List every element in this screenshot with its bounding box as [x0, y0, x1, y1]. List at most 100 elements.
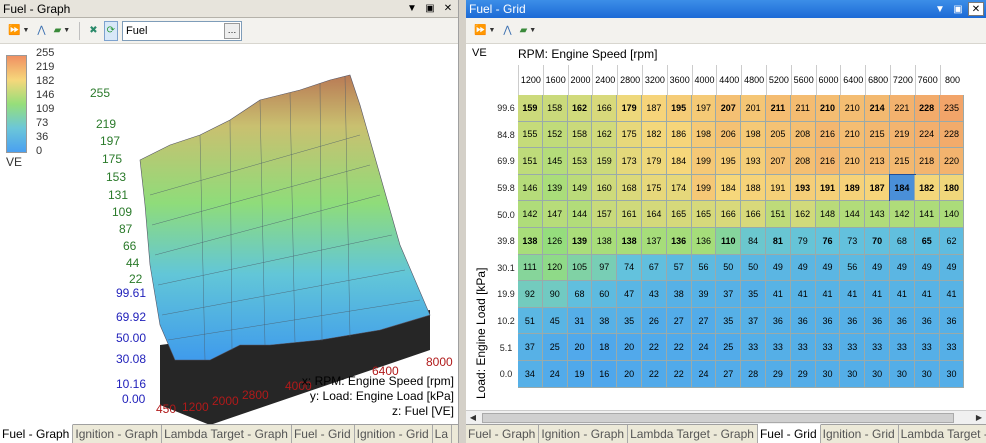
- table-cell[interactable]: 27: [666, 307, 692, 335]
- surface-view-icon[interactable]: ▰ ▼: [518, 21, 539, 41]
- table-cell[interactable]: 210: [815, 95, 841, 122]
- table-cell[interactable]: 224: [914, 121, 940, 149]
- table-cell[interactable]: 197: [691, 95, 717, 122]
- table-cell[interactable]: 188: [741, 174, 766, 202]
- table-cell[interactable]: 33: [766, 334, 791, 361]
- table-cell[interactable]: 166: [741, 201, 766, 228]
- table-cell[interactable]: 151: [766, 201, 791, 228]
- table-cell[interactable]: 36: [840, 307, 866, 335]
- table-cell[interactable]: 175: [642, 174, 667, 202]
- table-cell[interactable]: 33: [840, 334, 866, 361]
- table-cell[interactable]: 215: [865, 121, 890, 149]
- table-cell[interactable]: 120: [542, 254, 568, 282]
- table-cell[interactable]: 49: [766, 254, 791, 282]
- table-cell[interactable]: 50: [741, 254, 766, 282]
- table-cell[interactable]: 76: [815, 228, 841, 255]
- table-cell[interactable]: 33: [865, 334, 890, 361]
- table-cell[interactable]: 62: [939, 228, 965, 255]
- table-cell[interactable]: 179: [642, 148, 667, 175]
- table-cell[interactable]: 138: [592, 228, 618, 255]
- table-cell[interactable]: 191: [766, 174, 791, 202]
- tab-fuel-graph[interactable]: Fuel - Graph: [466, 425, 540, 443]
- table-cell[interactable]: 218: [914, 148, 940, 175]
- table-cell[interactable]: 213: [865, 148, 890, 175]
- table-cell[interactable]: 38: [592, 307, 618, 335]
- graph-line-icon[interactable]: ⋀: [501, 21, 513, 41]
- table-cell[interactable]: 20: [617, 334, 642, 361]
- table-cell[interactable]: 22: [666, 361, 692, 388]
- table-cell[interactable]: 49: [939, 254, 965, 282]
- table-cell[interactable]: 111: [518, 254, 543, 282]
- dropdown-arrow-icon[interactable]: ▼: [932, 2, 948, 16]
- table-cell[interactable]: 36: [939, 307, 965, 335]
- table-cell[interactable]: 162: [567, 95, 593, 122]
- table-cell[interactable]: 162: [592, 121, 618, 149]
- table-cell[interactable]: 158: [567, 121, 593, 149]
- table-cell[interactable]: 166: [592, 95, 618, 122]
- table-cell[interactable]: 110: [716, 228, 742, 255]
- table-cell[interactable]: 142: [890, 201, 915, 228]
- table-cell[interactable]: 67: [642, 254, 667, 282]
- table-cell[interactable]: 56: [691, 254, 717, 282]
- table-cell[interactable]: 16: [592, 361, 618, 388]
- table-cell[interactable]: 184: [666, 148, 692, 175]
- dropdown-arrow-icon[interactable]: ▼: [404, 2, 420, 16]
- table-cell[interactable]: 36: [766, 307, 791, 335]
- table-cell[interactable]: 161: [617, 201, 642, 228]
- table-cell[interactable]: 81: [766, 228, 791, 255]
- table-cell[interactable]: 34: [518, 361, 543, 388]
- table-cell[interactable]: 25: [716, 334, 742, 361]
- table-cell[interactable]: 205: [766, 121, 791, 149]
- table-cell[interactable]: 165: [666, 201, 692, 228]
- table-cell[interactable]: 47: [617, 281, 642, 308]
- table-cell[interactable]: 152: [542, 121, 568, 149]
- graph-line-icon[interactable]: ⋀: [35, 21, 47, 41]
- table-cell[interactable]: 159: [592, 148, 618, 175]
- table-cell[interactable]: 41: [815, 281, 841, 308]
- table-cell[interactable]: 164: [642, 201, 667, 228]
- table-cell[interactable]: 19: [567, 361, 593, 388]
- table-cell[interactable]: 105: [567, 254, 593, 282]
- table-cell[interactable]: 84: [741, 228, 766, 255]
- table-cell[interactable]: 166: [716, 201, 742, 228]
- table-cell[interactable]: 35: [741, 281, 766, 308]
- table-cell[interactable]: 24: [691, 361, 717, 388]
- table-cell[interactable]: 79: [790, 228, 816, 255]
- table-cell[interactable]: 33: [815, 334, 841, 361]
- table-cell[interactable]: 41: [790, 281, 816, 308]
- table-cell[interactable]: 173: [617, 148, 642, 175]
- table-cell[interactable]: 193: [741, 148, 766, 175]
- tab-lambda-target-graph[interactable]: Lambda Target - Graph: [162, 425, 292, 443]
- table-cell[interactable]: 208: [790, 148, 816, 175]
- table-cell[interactable]: 49: [815, 254, 841, 282]
- tab-ignition-grid[interactable]: Ignition - Grid: [821, 425, 899, 443]
- table-cell[interactable]: 29: [766, 361, 791, 388]
- tab-lambda-target-grid[interactable]: La: [433, 425, 453, 443]
- table-cell[interactable]: 142: [518, 201, 543, 228]
- close-icon[interactable]: ✕: [968, 2, 984, 16]
- table-cell[interactable]: 31: [567, 307, 593, 335]
- table-cell[interactable]: 158: [542, 95, 568, 122]
- table-cell[interactable]: 65: [914, 228, 940, 255]
- table-cell[interactable]: 211: [766, 95, 791, 122]
- pane-splitter[interactable]: [459, 0, 466, 443]
- table-cell[interactable]: 74: [617, 254, 642, 282]
- table-cell[interactable]: 35: [716, 307, 742, 335]
- table-cell[interactable]: 155: [518, 121, 543, 149]
- table-cell[interactable]: 195: [716, 148, 742, 175]
- table-cell[interactable]: 70: [865, 228, 890, 255]
- table-cell[interactable]: 165: [691, 201, 717, 228]
- table-cell[interactable]: 41: [890, 281, 915, 308]
- table-cell[interactable]: 162: [790, 201, 816, 228]
- table-cell[interactable]: 184: [716, 174, 742, 202]
- table-cell[interactable]: 137: [642, 228, 667, 255]
- table-cell[interactable]: 22: [642, 361, 667, 388]
- table-cell[interactable]: 160: [592, 174, 618, 202]
- table-cell[interactable]: 179: [617, 95, 642, 122]
- table-cell[interactable]: 144: [840, 201, 866, 228]
- tab-ignition-graph[interactable]: Ignition - Graph: [539, 425, 629, 443]
- table-cell[interactable]: 26: [642, 307, 667, 335]
- table-cell[interactable]: 56: [840, 254, 866, 282]
- table-cell[interactable]: 20: [617, 361, 642, 388]
- close-icon[interactable]: ✕: [440, 2, 456, 16]
